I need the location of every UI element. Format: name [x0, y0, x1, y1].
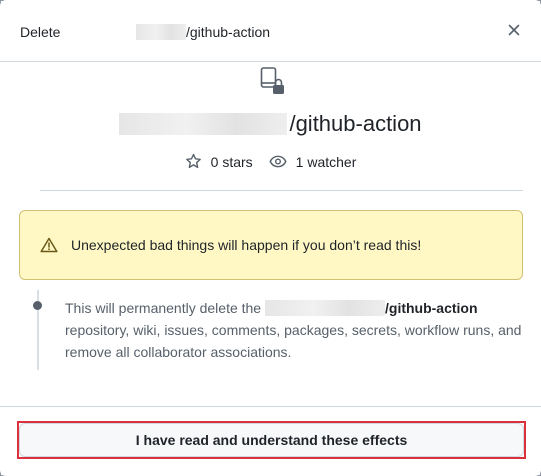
- effects-repo-suffix: /github-action: [385, 300, 478, 316]
- delete-repository-dialog: Delete /github-action /github-action 0 s…: [0, 0, 541, 476]
- redacted-owner-heading: [119, 113, 288, 135]
- eye-icon: [269, 155, 287, 168]
- watchers-label: 1 watcher: [295, 153, 357, 170]
- timeline-dot: [33, 301, 42, 310]
- dialog-title: Delete: [20, 24, 61, 40]
- repo-heading: /github-action: [0, 111, 541, 137]
- dialog-repo-suffix: /github-action: [186, 24, 271, 40]
- dialog-header: Delete /github-action: [0, 0, 541, 62]
- warning-flash: Unexpected bad things will happen if you…: [19, 210, 523, 280]
- repo-heading-suffix: /github-action: [289, 111, 422, 136]
- effects-rest: repository, wiki, issues, comments, pack…: [65, 322, 522, 360]
- divider: [40, 190, 523, 191]
- watchers-stat: 1 watcher: [269, 153, 357, 170]
- redacted-owner-effects: [265, 300, 385, 316]
- effects-description: This will permanently delete the /github…: [65, 297, 525, 363]
- repo-stats: 0 stars 1 watcher: [0, 153, 541, 170]
- alert-icon: [40, 237, 58, 253]
- warning-text: Unexpected bad things will happen if you…: [71, 237, 422, 253]
- star-icon: [185, 153, 201, 169]
- effects-prefix: This will permanently delete the: [65, 300, 262, 316]
- x-icon: [508, 24, 520, 36]
- confirm-understand-button[interactable]: I have read and understand these effects: [19, 423, 524, 457]
- close-button[interactable]: [504, 20, 524, 40]
- repo-locked-icon: [260, 67, 284, 94]
- stars-label: 0 stars: [210, 153, 253, 170]
- dialog-repo-name: /github-action: [136, 24, 270, 40]
- redacted-owner: [136, 24, 186, 40]
- stars-stat: 0 stars: [185, 153, 253, 170]
